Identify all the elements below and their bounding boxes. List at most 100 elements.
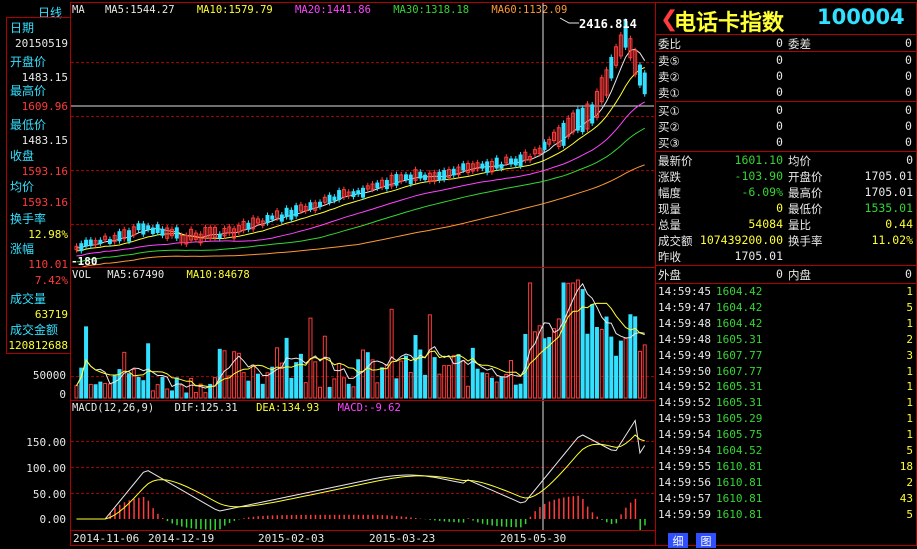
candle-body <box>174 227 179 239</box>
macd-bar <box>267 515 269 519</box>
volume-bar <box>609 336 614 399</box>
sell-row-0: 卖⑤ 0 0 <box>658 53 912 68</box>
volume-bar <box>356 359 361 399</box>
candle-body <box>518 154 523 167</box>
volume-bar <box>561 282 566 399</box>
candle-body <box>442 170 447 180</box>
volume-bar <box>365 352 370 399</box>
volume-bar <box>618 340 623 399</box>
tick-row: 14:59:59 1610.81 5 <box>658 507 913 521</box>
date-label-3: 2015-02-03 <box>258 532 325 545</box>
candle-body <box>136 223 141 231</box>
tab-chart[interactable]: 图 <box>696 533 716 548</box>
volume-bar <box>504 373 509 399</box>
macd-chart[interactable] <box>71 401 654 530</box>
info-label-9: 成交金额 <box>10 323 59 337</box>
tick-row: 14:59:48 1604.42 1 <box>658 316 913 330</box>
candle-body <box>403 174 408 181</box>
volume-bar <box>222 350 227 399</box>
info-label-8: 成交量 <box>10 292 47 306</box>
macd-bar <box>348 514 350 519</box>
candle-body <box>265 214 270 224</box>
macd-bar <box>582 498 584 519</box>
volume-bar <box>432 357 437 399</box>
volume-bar <box>203 392 208 399</box>
candle-body <box>117 231 122 242</box>
volume-bar <box>423 374 428 399</box>
candle-body <box>609 56 614 79</box>
info-value-4: 1593.16 <box>21 165 68 178</box>
candle-body <box>107 239 112 244</box>
macd-bar <box>305 514 307 519</box>
volume-bar <box>623 337 628 399</box>
info-label-7: 涨幅 <box>10 242 35 256</box>
price-chart[interactable]: 2416.814 -180 <box>71 3 654 267</box>
date-label-1: 2014-11-06 <box>73 532 140 545</box>
macd-bar <box>372 514 374 519</box>
volume-bar <box>255 373 260 399</box>
volume-bar <box>93 384 98 399</box>
info-value-6: 12.98% <box>28 228 68 241</box>
volume-bar <box>103 382 108 399</box>
candle-body <box>437 171 442 181</box>
candle-body <box>637 64 642 86</box>
macd-bar <box>477 519 479 523</box>
ma30-line <box>76 127 645 263</box>
volume-bar <box>456 354 461 399</box>
volume-bar <box>513 384 518 399</box>
candle-body <box>84 239 89 247</box>
volume-bar <box>193 391 198 399</box>
macd-bar <box>577 495 579 519</box>
macd-bar <box>262 515 264 519</box>
volume-bar <box>236 352 241 399</box>
macd-bar <box>553 499 555 519</box>
candle-body <box>542 141 547 150</box>
candle-body <box>289 209 294 220</box>
info-value-8: 63719 <box>34 308 68 321</box>
macd-bar <box>625 507 627 519</box>
volume-bar <box>389 308 394 399</box>
tab-detail[interactable]: 细 <box>668 533 688 548</box>
volume-bar <box>246 380 251 399</box>
volume-bar <box>566 282 571 399</box>
candle-body <box>141 223 146 235</box>
macd-bar <box>520 519 522 528</box>
macd-bar <box>166 519 169 522</box>
tick-row: 14:59:48 1605.31 2 <box>658 332 913 346</box>
macd-bar <box>233 519 236 521</box>
volume-bar <box>642 344 647 399</box>
info-label-3: 最低价 <box>10 118 47 132</box>
macd-bar <box>195 519 197 529</box>
candle-body <box>580 107 585 133</box>
volume-bar <box>170 390 174 399</box>
volume-bar <box>403 355 408 399</box>
volume-bar <box>318 386 323 399</box>
tick-row: 14:59:55 1610.81 18 <box>658 459 913 473</box>
candle-body <box>561 122 566 146</box>
macd-bar <box>524 519 527 525</box>
macd-bar <box>548 501 551 519</box>
weibi-row: 委比 0 委差 0 <box>658 36 912 51</box>
waipan-row: 外盘 0 内盘 0 <box>658 267 912 282</box>
candle-body <box>284 207 289 218</box>
candle-body <box>480 163 485 169</box>
macd-bar <box>343 514 345 519</box>
candle-body <box>513 158 518 166</box>
volume-bar <box>160 376 165 399</box>
volume-bar <box>470 347 475 399</box>
tick-row: 14:59:49 1607.77 3 <box>658 348 913 362</box>
volume-bar <box>251 364 256 399</box>
info-value-7: 110.01 <box>28 258 68 271</box>
macd-bar <box>496 519 498 527</box>
candle-body <box>155 224 160 234</box>
macd-bar <box>391 515 393 519</box>
macd-bar <box>281 515 283 519</box>
volume-bar <box>327 386 332 399</box>
high-marker-line <box>559 17 579 24</box>
volume-chart[interactable] <box>71 268 654 400</box>
macd-bar <box>405 516 407 519</box>
candle-body <box>356 190 361 195</box>
separator-macd-dates <box>70 530 655 531</box>
date-label-4: 2015-03-23 <box>369 532 436 545</box>
volume-bar <box>427 314 432 399</box>
